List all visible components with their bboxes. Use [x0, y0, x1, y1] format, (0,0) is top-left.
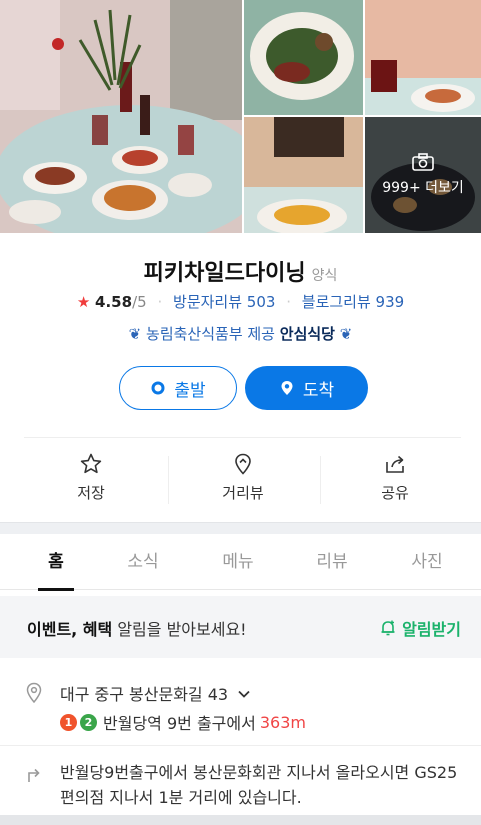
event-text: 이벤트, 혜택 알림을 받아보세요!: [27, 616, 247, 640]
arrive-label: 도착: [302, 380, 335, 401]
directions-text: 반월당9번출구에서 봉산문화회관 지나서 올라오시면 GS25 편의점 지나서 …: [60, 763, 458, 807]
subway-info: 1 2 반월당역 9번 출구에서 363m: [60, 710, 306, 734]
address-toggle[interactable]: 대구 중구 봉산문화길 43: [60, 681, 251, 705]
tab-bar: 홈 소식 메뉴 리뷰 사진: [0, 534, 481, 591]
tab-photos[interactable]: 사진: [387, 534, 467, 590]
photo-steak[interactable]: [244, 0, 363, 115]
street-view-label: 거리뷰: [222, 484, 264, 502]
bell-plus-icon: [381, 620, 395, 636]
visitor-reviews-link[interactable]: 방문자리뷰 503: [173, 293, 275, 311]
cert-provider: 농림축산식품부 제공: [146, 325, 275, 343]
chevron-down-icon: [238, 690, 250, 698]
address-text: 대구 중구 봉산문화길 43: [60, 685, 229, 704]
rating-max: /5: [132, 293, 147, 311]
share-label: 공유: [381, 484, 409, 502]
share-button[interactable]: 공유: [320, 446, 470, 516]
station-text: 반월당역 9번 출구에서: [103, 714, 256, 733]
tab-reviews[interactable]: 리뷰: [292, 534, 372, 590]
safe-restaurant-badge[interactable]: ❦ 농림축산식품부 제공 안심식당 ❦: [0, 323, 481, 344]
photo-spaghetti[interactable]: [244, 117, 363, 233]
map-pin-outline-icon: [235, 453, 251, 475]
section-gap: [0, 815, 481, 825]
blog-reviews-link[interactable]: 블로그리뷰 939: [302, 293, 404, 311]
share-icon: [386, 455, 404, 473]
laurel-right-icon: ❦: [339, 325, 353, 343]
separator-dot: ·: [157, 293, 163, 311]
event-bold: 이벤트, 혜택: [27, 620, 113, 639]
more-photos-overlay[interactable]: 999+ 더보기: [365, 117, 481, 233]
photo-gallery: 999+ 더보기: [0, 0, 481, 233]
notification-button[interactable]: 알림받기: [379, 616, 461, 640]
camera-icon: [412, 153, 434, 171]
action-divider: [320, 456, 321, 504]
place-name: 피키차일드다이닝: [143, 261, 306, 286]
separator-dot: ·: [286, 293, 291, 311]
start-label: 출발: [174, 380, 206, 401]
turn-right-icon: [28, 768, 40, 782]
start-point-icon: [151, 381, 165, 395]
divider: [0, 745, 481, 746]
star-icon: ★: [76, 293, 91, 311]
save-label: 저장: [77, 484, 105, 502]
section-gap: [0, 522, 481, 534]
action-row: 저장 거리뷰 공유: [0, 446, 481, 516]
tab-home[interactable]: 홈: [16, 534, 96, 591]
photo-mussels[interactable]: 999+ 더보기: [365, 117, 481, 233]
location-pin-icon: [26, 682, 42, 704]
subway-line-1-badge: 1: [60, 713, 77, 731]
star-outline-icon: [80, 453, 102, 474]
rating-score: 4.58: [95, 293, 133, 311]
notification-label: 알림받기: [402, 620, 461, 639]
more-photos-label: 999+ 더보기: [382, 180, 464, 196]
action-divider: [168, 456, 169, 504]
laurel-left-icon: ❦: [128, 325, 142, 343]
cert-brand: 안심식당: [279, 325, 335, 343]
start-button[interactable]: 출발: [119, 366, 237, 410]
event-rest: 알림을 받아보세요!: [112, 620, 247, 639]
street-view-button[interactable]: 거리뷰: [168, 446, 318, 516]
tab-menu[interactable]: 메뉴: [198, 534, 278, 590]
event-banner: 이벤트, 혜택 알림을 받아보세요! 알림받기: [0, 596, 481, 658]
place-category: 양식: [311, 268, 338, 284]
main-photo[interactable]: [0, 0, 242, 233]
subway-line-2-badge: 2: [80, 713, 97, 731]
tab-news[interactable]: 소식: [103, 534, 183, 590]
arrive-button[interactable]: 도착: [245, 366, 368, 410]
save-button[interactable]: 저장: [16, 446, 166, 516]
location-pin-icon: [281, 381, 293, 395]
photo-pasta-wine[interactable]: [365, 0, 481, 115]
station-distance: 363m: [259, 712, 306, 732]
divider: [24, 437, 461, 438]
